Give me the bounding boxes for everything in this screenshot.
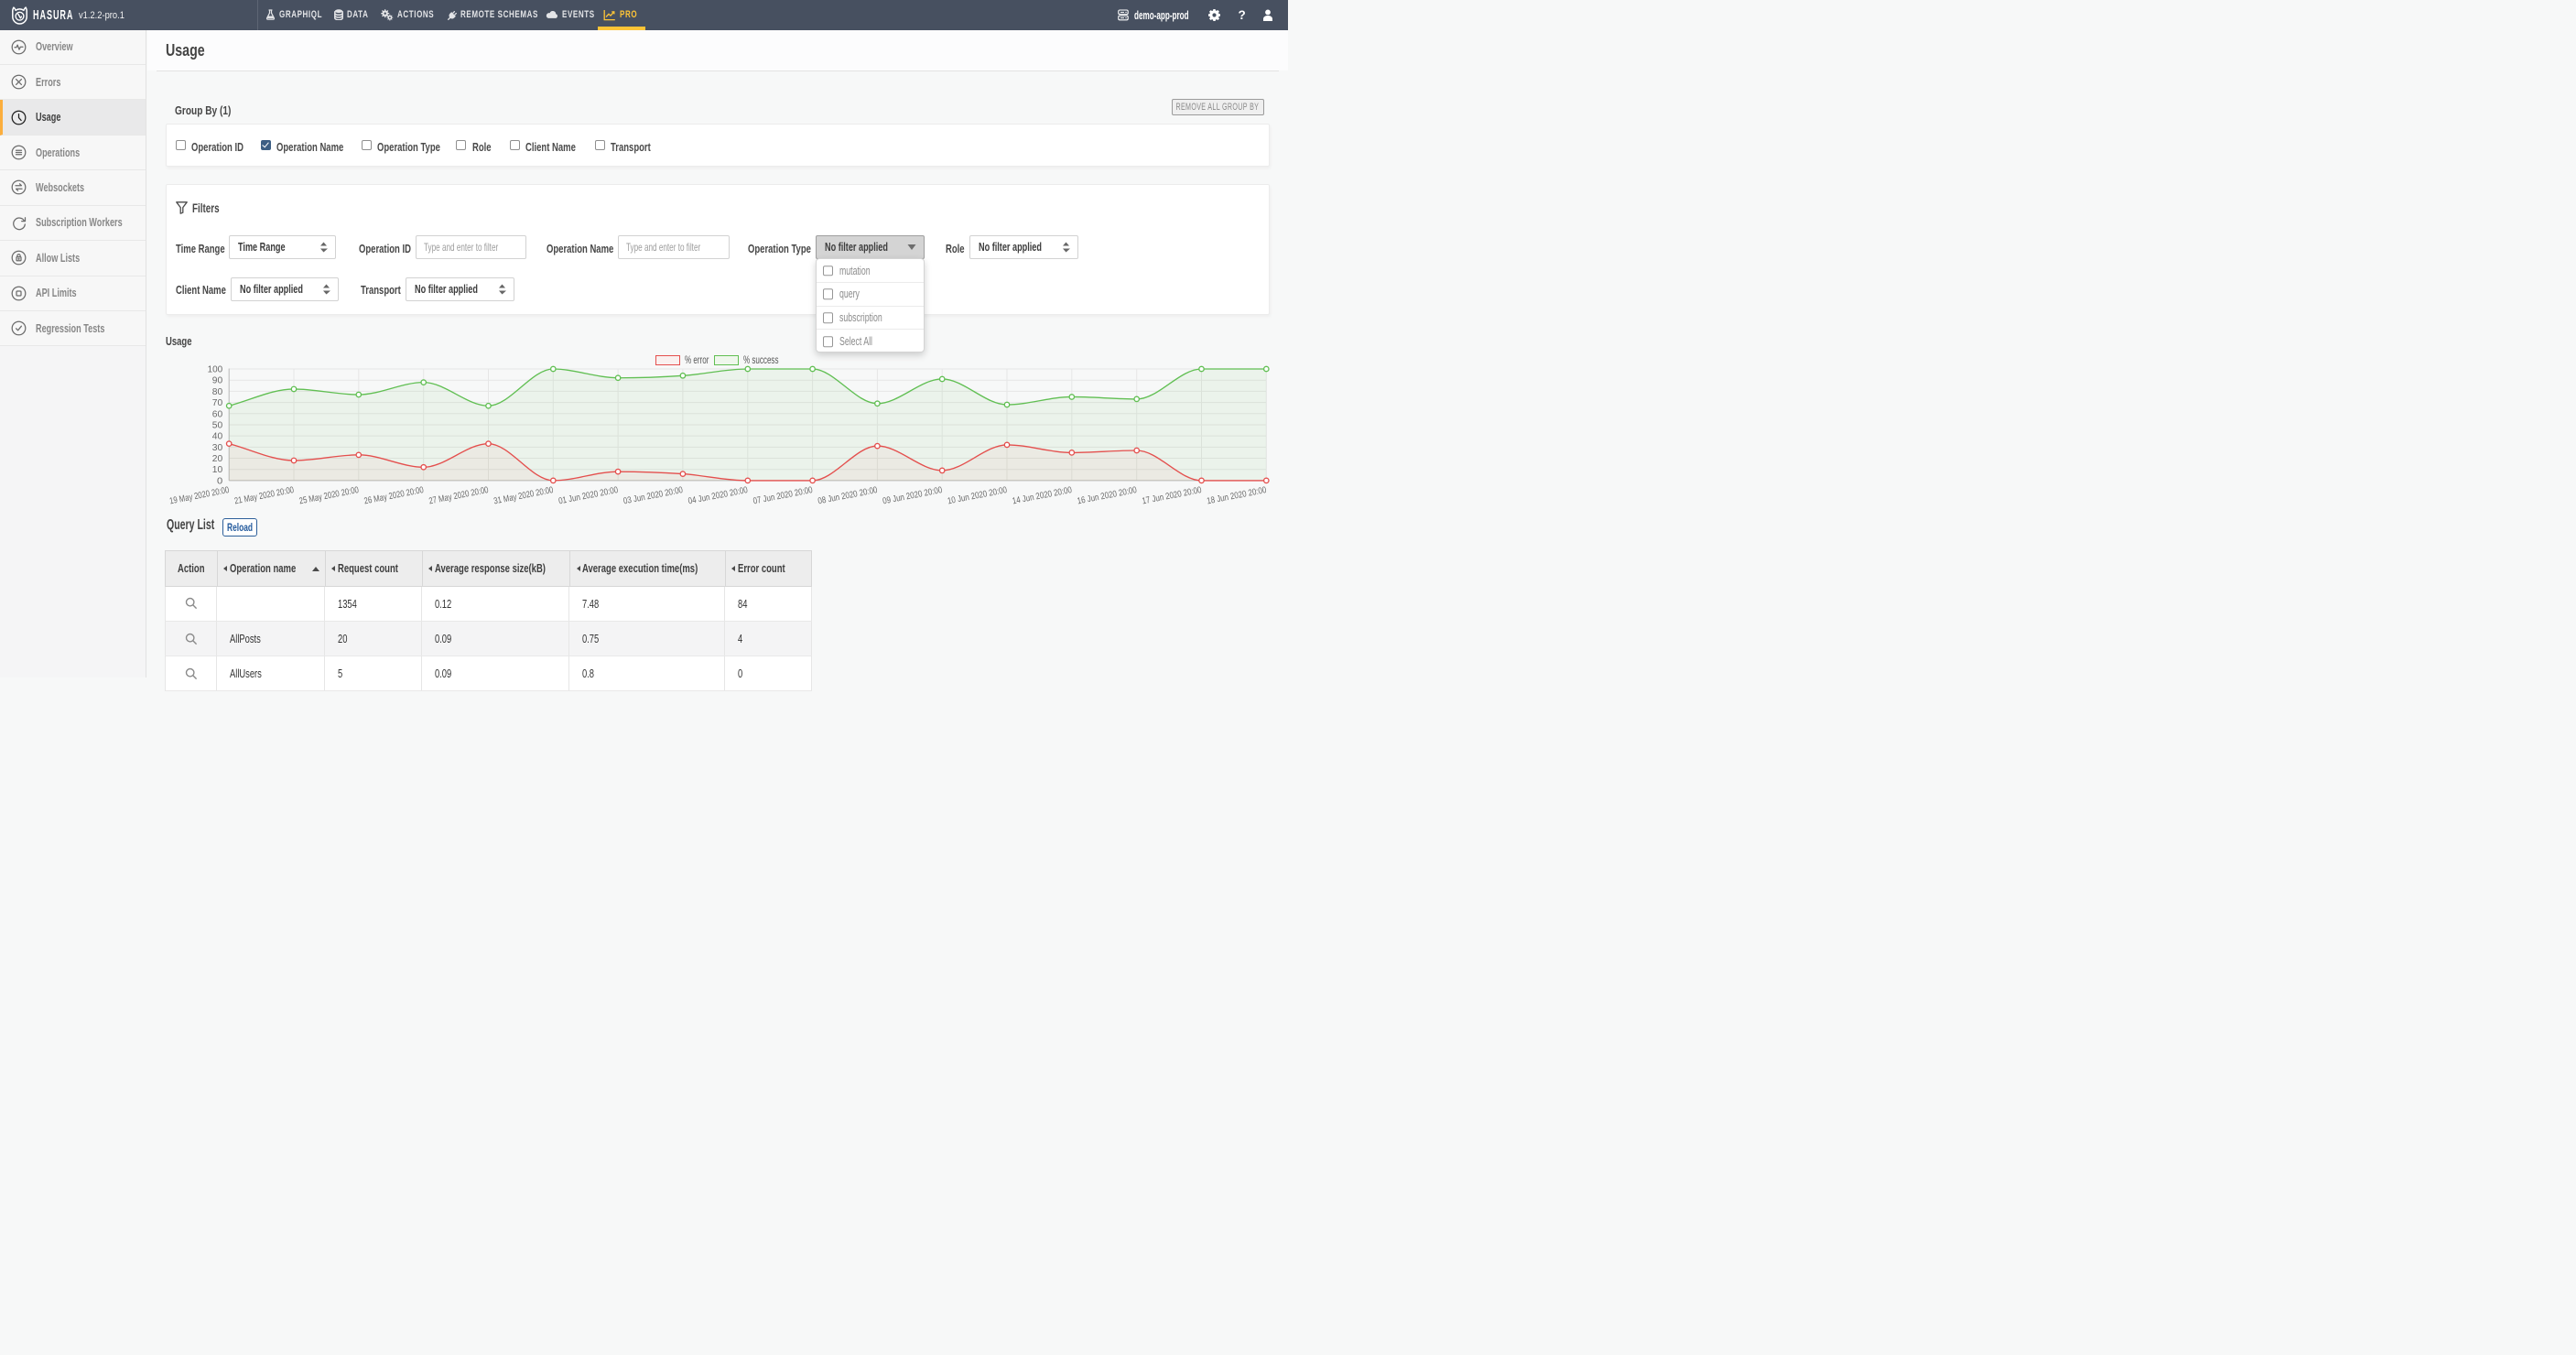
svg-text:21 May 2020 20:00: 21 May 2020 20:00 [233,485,295,506]
svg-text:80: 80 [212,387,223,397]
svg-text:70: 70 [212,398,223,408]
svg-text:100: 100 [208,365,223,375]
svg-text:90: 90 [212,376,223,386]
svg-text:60: 60 [212,409,223,419]
svg-text:30: 30 [212,443,223,453]
svg-text:0: 0 [217,476,223,486]
svg-text:19 May 2020 20:00: 19 May 2020 20:00 [168,485,230,506]
svg-text:03 Jun 2020 20:00: 03 Jun 2020 20:00 [622,485,684,506]
svg-text:31 May 2020 20:00: 31 May 2020 20:00 [492,485,554,506]
svg-text:25 May 2020 20:00: 25 May 2020 20:00 [298,485,360,506]
svg-text:04 Jun 2020 20:00: 04 Jun 2020 20:00 [687,485,749,506]
svg-text:50: 50 [212,420,223,430]
svg-text:16 Jun 2020 20:00: 16 Jun 2020 20:00 [1077,485,1138,506]
svg-text:26 May 2020 20:00: 26 May 2020 20:00 [363,485,425,506]
svg-text:27 May 2020 20:00: 27 May 2020 20:00 [428,485,490,506]
svg-text:20: 20 [212,454,223,464]
svg-text:10 Jun 2020 20:00: 10 Jun 2020 20:00 [947,485,1008,506]
svg-text:17 Jun 2020 20:00: 17 Jun 2020 20:00 [1142,485,1203,506]
svg-text:01 Jun 2020 20:00: 01 Jun 2020 20:00 [557,485,619,506]
svg-text:40: 40 [212,432,223,442]
svg-text:07 Jun 2020 20:00: 07 Jun 2020 20:00 [752,485,814,506]
svg-text:08 Jun 2020 20:00: 08 Jun 2020 20:00 [817,485,879,506]
svg-text:10: 10 [212,465,223,475]
svg-text:14 Jun 2020 20:00: 14 Jun 2020 20:00 [1012,485,1073,506]
svg-text:18 Jun 2020 20:00: 18 Jun 2020 20:00 [1206,485,1267,506]
svg-text:09 Jun 2020 20:00: 09 Jun 2020 20:00 [882,485,943,506]
